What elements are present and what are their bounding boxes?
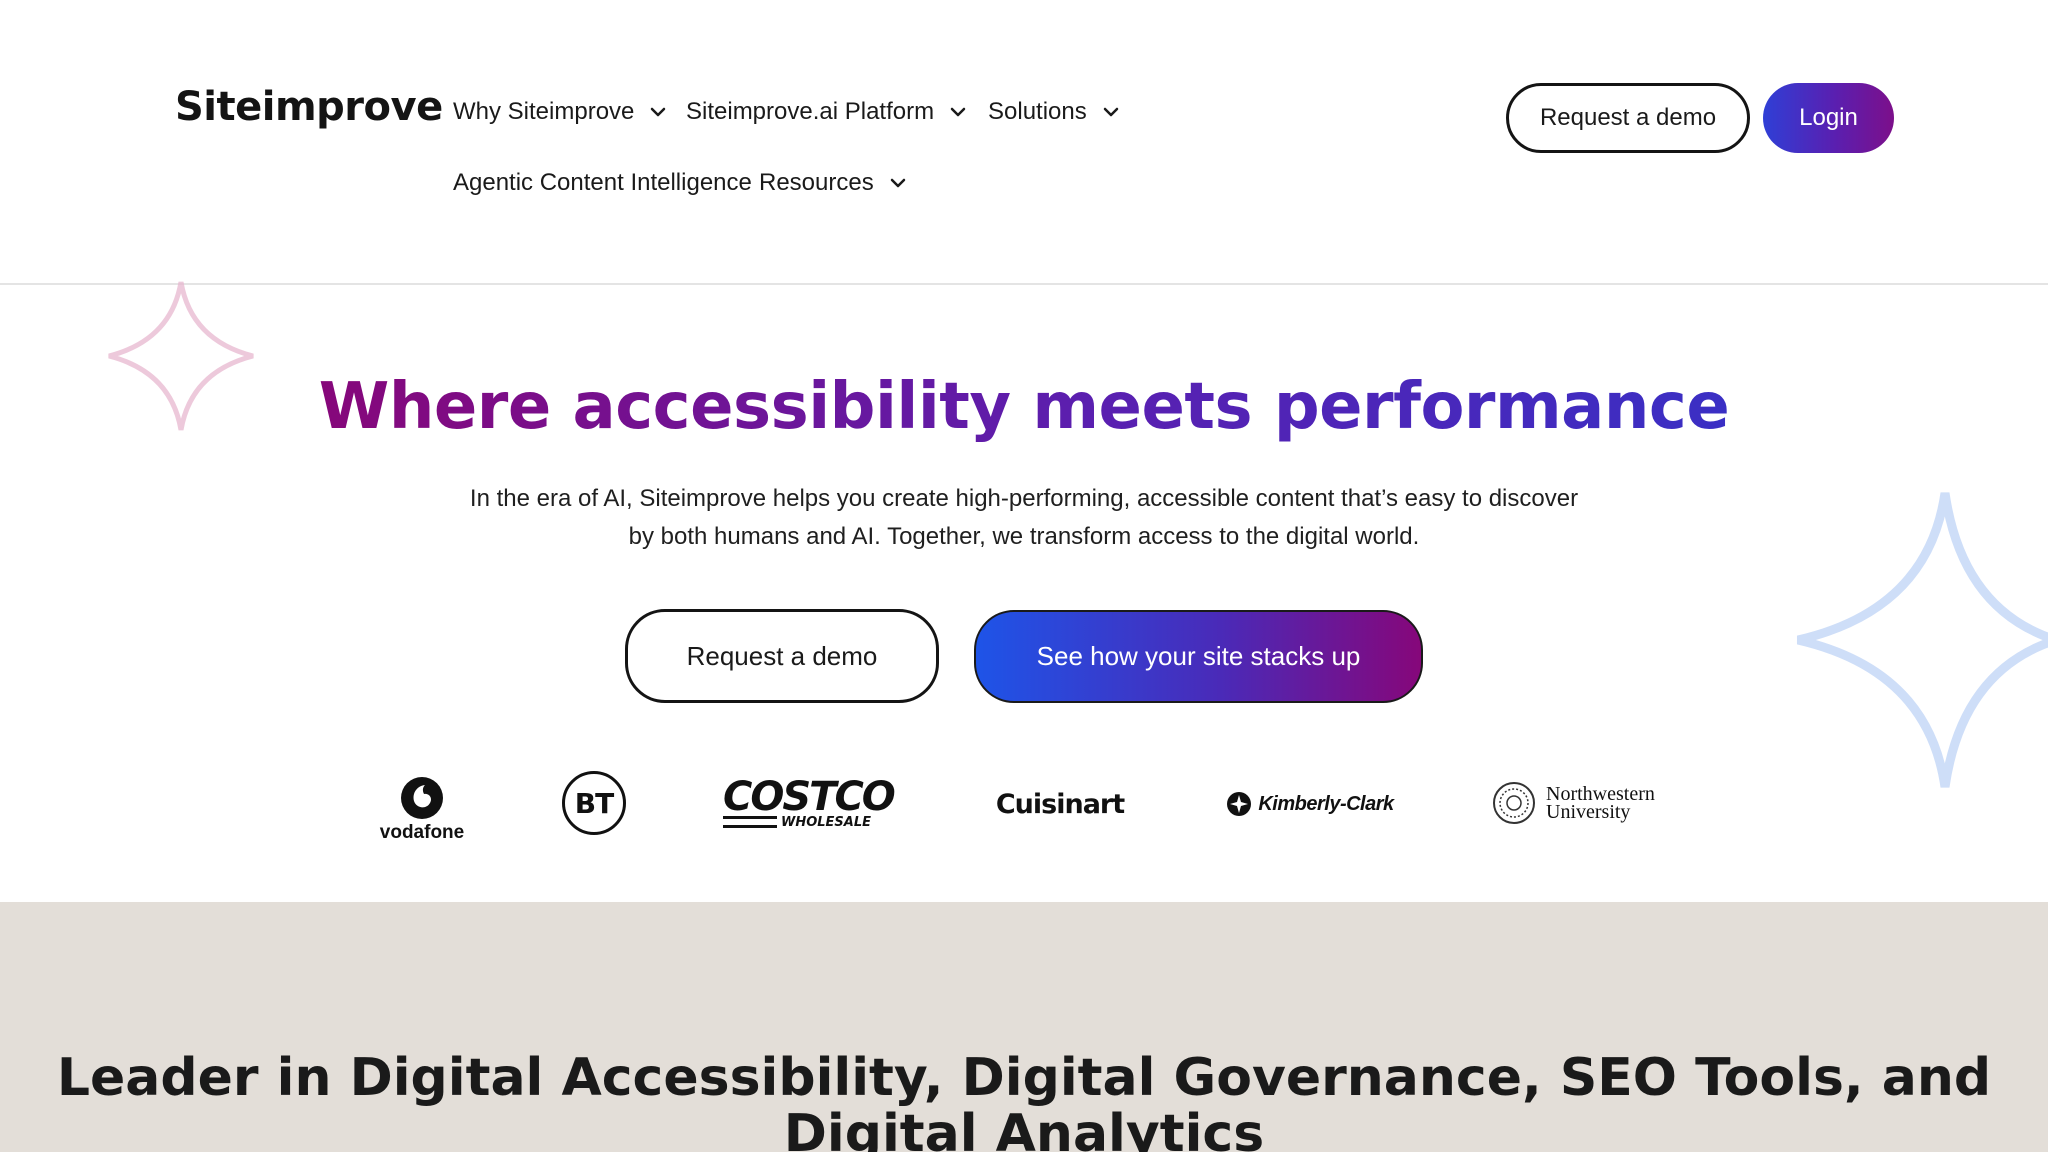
northwestern-university-logo: Northwestern University bbox=[1492, 778, 1672, 828]
costco-logo: COSTCO WHOLESALE bbox=[723, 776, 898, 832]
hero-subtitle: In the era of AI, Siteimprove helps you … bbox=[424, 480, 1624, 556]
vodafone-wordmark: vodafone bbox=[379, 822, 465, 843]
hero-title-text: Where accessibility meets performance bbox=[318, 370, 1730, 444]
nav-platform[interactable]: Siteimprove.ai Platform bbox=[686, 98, 966, 126]
bt-logo-circle: BT bbox=[562, 771, 626, 835]
cuisinart-wordmark: Cuisinart bbox=[995, 788, 1125, 820]
vodafone-mark-icon bbox=[401, 777, 443, 819]
hero-title: Where accessibility meets performance bbox=[0, 370, 2048, 444]
nav-why-siteimprove[interactable]: Why Siteimprove bbox=[453, 98, 666, 126]
login-button[interactable]: Login bbox=[1763, 83, 1894, 153]
hero-subtitle-line2: by both humans and AI. Together, we tran… bbox=[628, 523, 1420, 550]
see-site-stacks-up-button[interactable]: See how your site stacks up bbox=[974, 610, 1423, 703]
costco-wordmark: COSTCO bbox=[723, 773, 896, 820]
nav-agentic-label: Agentic Content Intelligence bbox=[453, 169, 752, 196]
leader-title-line2: Digital Analytics bbox=[783, 1104, 1265, 1152]
northwestern-wordmark: Northwestern University bbox=[1546, 784, 1655, 823]
kimberly-clark-wordmark: Kimberly-Clark bbox=[1258, 792, 1394, 815]
chevron-down-icon bbox=[1103, 107, 1118, 117]
vodafone-logo: vodafone bbox=[372, 770, 472, 850]
leader-section: Leader in Digital Accessibility, Digital… bbox=[0, 902, 2048, 1152]
hero-subtitle-line1: In the era of AI, Siteimprove helps you … bbox=[469, 485, 1579, 512]
kimberly-clark-logo: Kimberly-Clark bbox=[1220, 782, 1400, 826]
nav-solutions-label: Solutions bbox=[988, 98, 1087, 125]
nav-resources[interactable]: Resources bbox=[759, 169, 906, 197]
kimberly-clark-emblem-icon bbox=[1227, 792, 1252, 816]
nav-agentic-content-intelligence[interactable]: Agentic Content Intelligence bbox=[453, 169, 752, 197]
leader-section-title: Leader in Digital Accessibility, Digital… bbox=[0, 1052, 2048, 1152]
northwestern-seal-icon bbox=[1493, 782, 1535, 824]
bt-wordmark: BT bbox=[574, 786, 614, 820]
chevron-down-icon bbox=[651, 107, 666, 117]
costco-stripes bbox=[723, 816, 777, 828]
leader-title-line1: Leader in Digital Accessibility, Digital… bbox=[56, 1048, 1992, 1108]
costco-wholesale: WHOLESALE bbox=[781, 814, 872, 830]
nav-why-siteimprove-label: Why Siteimprove bbox=[453, 98, 635, 125]
chevron-down-icon bbox=[890, 178, 905, 188]
hero-request-demo-button[interactable]: Request a demo bbox=[625, 609, 939, 703]
site-header: Siteimprove Why Siteimprove Siteimprove.… bbox=[0, 0, 2048, 285]
header-request-demo-button[interactable]: Request a demo bbox=[1506, 83, 1750, 153]
sparkle-decoration-blue bbox=[1796, 492, 2048, 788]
nav-resources-label: Resources bbox=[759, 169, 874, 196]
chevron-down-icon bbox=[950, 107, 966, 117]
cuisinart-logo: Cuisinart bbox=[995, 782, 1125, 826]
costco-stripe-row: WHOLESALE bbox=[723, 815, 898, 830]
siteimprove-logo[interactable]: Siteimprove bbox=[175, 84, 443, 130]
bt-logo: BT bbox=[561, 770, 627, 836]
nav-solutions[interactable]: Solutions bbox=[988, 98, 1119, 126]
northwestern-line2: University bbox=[1546, 801, 1631, 823]
customer-logos: vodafone BT COSTCO WHOLESALE Cuisinart K… bbox=[0, 760, 2048, 850]
nav-platform-label: Siteimprove.ai Platform bbox=[686, 98, 935, 125]
